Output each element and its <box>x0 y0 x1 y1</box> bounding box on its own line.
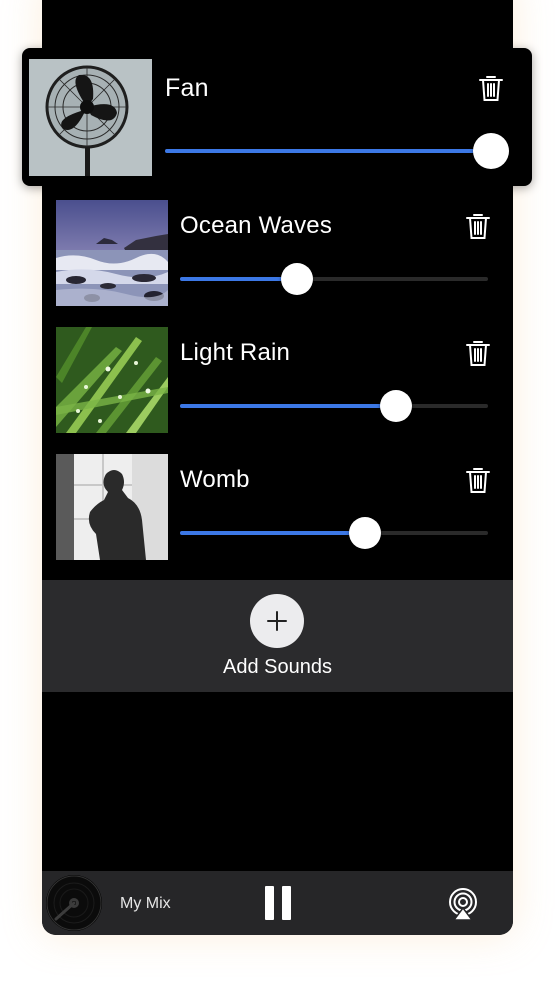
add-sounds-panel: Add Sounds <box>42 580 513 692</box>
pause-icon-bar <box>282 886 291 920</box>
trash-icon <box>479 76 503 101</box>
womb-thumbnail <box>56 454 168 560</box>
mix-name[interactable]: My Mix <box>120 895 171 913</box>
pause-icon <box>265 886 274 920</box>
plus-icon <box>267 611 287 631</box>
sound-row-fan[interactable]: Fan <box>22 48 532 186</box>
top-bar <box>42 0 513 44</box>
rain-grass-photo-icon <box>56 327 168 433</box>
ocean-waves-volume-slider[interactable] <box>180 262 488 296</box>
sound-title: Light Rain <box>180 339 291 366</box>
delete-light-rain-button[interactable] <box>465 339 491 367</box>
trash-icon <box>466 214 490 239</box>
screen: Ocean Waves Light Rain Womb Add Sounds M… <box>0 0 560 981</box>
womb-volume-slider[interactable] <box>180 516 488 550</box>
slider-fill <box>180 277 297 281</box>
slider-thumb[interactable] <box>380 390 412 422</box>
airplay-button[interactable] <box>446 887 480 921</box>
trash-icon <box>466 341 490 366</box>
add-sounds-button[interactable] <box>250 594 304 648</box>
slider-thumb[interactable] <box>281 263 313 295</box>
slider-fill <box>180 404 396 408</box>
slider-thumb[interactable] <box>473 133 509 169</box>
slider-fill <box>180 531 365 535</box>
delete-womb-button[interactable] <box>465 466 491 494</box>
ocean-waves-thumbnail <box>56 200 168 306</box>
airplay-icon <box>449 888 477 921</box>
womb-silhouette-photo-icon <box>56 454 168 560</box>
slider-fill <box>165 149 491 153</box>
sound-title: Fan <box>165 74 209 102</box>
delete-ocean-waves-button[interactable] <box>465 212 491 240</box>
delete-fan-button[interactable] <box>478 74 504 102</box>
slider-thumb[interactable] <box>349 517 381 549</box>
sound-row-womb[interactable]: Womb <box>42 446 513 560</box>
sound-title: Ocean Waves <box>180 212 333 239</box>
now-playing-artwork[interactable] <box>46 875 102 931</box>
ocean-photo-icon <box>56 200 168 306</box>
sound-row-ocean-waves[interactable]: Ocean Waves <box>42 192 513 306</box>
pause-button[interactable] <box>265 886 291 920</box>
light-rain-thumbnail <box>56 327 168 433</box>
mini-player: My Mix <box>42 871 513 935</box>
light-rain-volume-slider[interactable] <box>180 389 488 423</box>
trash-icon <box>466 468 490 493</box>
fan-volume-slider[interactable] <box>165 132 509 170</box>
sound-title: Womb <box>180 466 250 493</box>
add-sounds-label[interactable]: Add Sounds <box>42 656 513 679</box>
fan-thumbnail <box>29 59 152 176</box>
sound-row-light-rain[interactable]: Light Rain <box>42 319 513 433</box>
vinyl-icon <box>46 875 102 931</box>
fan-photo-icon <box>29 59 152 176</box>
